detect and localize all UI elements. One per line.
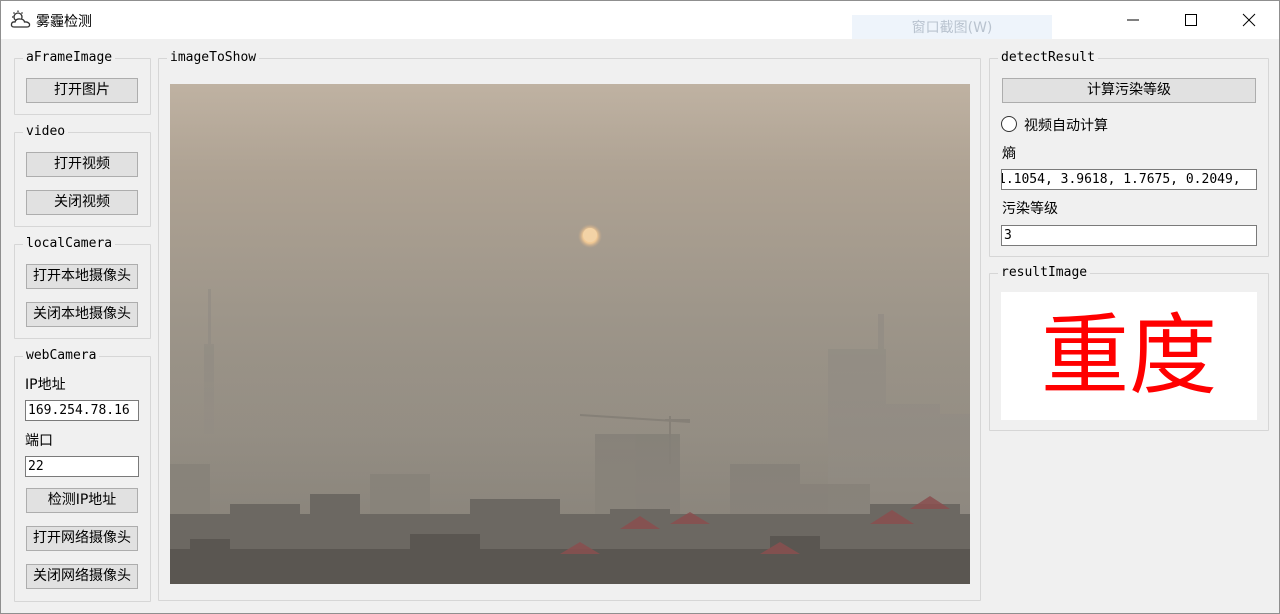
localcamera-title: localCamera (23, 236, 116, 252)
ip-address-field[interactable]: 169.254.78.16 (25, 400, 139, 421)
hazy-skyline-picture (170, 224, 970, 584)
window-title: 雾霾检测 (36, 14, 92, 30)
aframeimage-title: aFrameImage (23, 50, 116, 66)
auto-compute-label: 视频自动计算 (1024, 118, 1108, 134)
close-icon (1242, 13, 1256, 27)
entropy-field[interactable]: 1.1054, 3.9618, 1.7675, 0.2049, (1001, 169, 1257, 190)
imagetoshow-title: imageToShow (167, 50, 260, 66)
compute-level-button[interactable]: 计算污染等级 (1002, 78, 1256, 103)
close-web-camera-button[interactable]: 关闭网络摄像头 (26, 564, 138, 589)
minimize-icon (1127, 19, 1139, 21)
auto-compute-radio[interactable] (1001, 116, 1017, 132)
maximize-button[interactable] (1162, 1, 1220, 39)
open-web-camera-button[interactable]: 打开网络摄像头 (26, 526, 138, 551)
entropy-value: 1.1054, 3.9618, 1.7675, 0.2049, (1001, 172, 1241, 187)
open-video-button[interactable]: 打开视频 (26, 152, 138, 177)
close-video-button[interactable]: 关闭视频 (26, 190, 138, 215)
entropy-label: 熵 (1002, 146, 1016, 162)
open-image-button[interactable]: 打开图片 (26, 78, 138, 103)
maximize-icon (1185, 14, 1197, 26)
cloud-sun-icon (10, 10, 31, 28)
pollution-level-field[interactable]: 3 (1001, 225, 1257, 246)
resultimage-title: resultImage (998, 265, 1091, 281)
close-button[interactable] (1220, 1, 1278, 39)
open-local-camera-button[interactable]: 打开本地摄像头 (26, 264, 138, 289)
minimize-button[interactable] (1104, 1, 1162, 39)
port-field[interactable]: 22 (25, 456, 139, 477)
check-ip-button[interactable]: 检测IP地址 (26, 488, 138, 513)
detectresult-title: detectResult (998, 50, 1098, 66)
screenshot-tooltip: 窗口截图(W) (852, 15, 1052, 39)
ip-label: IP地址 (25, 377, 66, 393)
result-image-panel: 重度 (1001, 292, 1257, 420)
port-label: 端口 (25, 433, 53, 449)
severity-text: 重度 (1040, 304, 1217, 407)
close-local-camera-button[interactable]: 关闭本地摄像头 (26, 302, 138, 327)
video-title: video (23, 124, 69, 140)
pollution-level-label: 污染等级 (1002, 201, 1058, 217)
hazy-city-image (170, 84, 970, 584)
title-bar: 雾霾检测 窗口截图(W) (1, 1, 1279, 39)
webcamera-title: webCamera (23, 348, 100, 364)
